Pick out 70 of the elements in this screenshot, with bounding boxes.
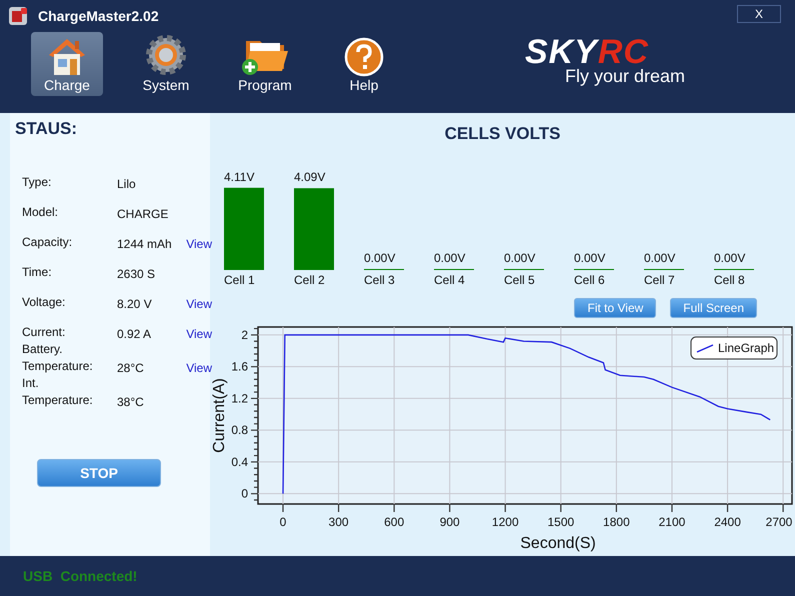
x-axis-title: Second(S): [520, 535, 596, 552]
view-link[interactable]: View: [172, 327, 212, 341]
field-label: Voltage:: [22, 294, 66, 311]
cell-label: Cell 7: [644, 273, 675, 286]
field-value: 1244 mAh: [117, 237, 172, 251]
field-label: Time:: [22, 264, 53, 281]
field-value: 2630 S: [117, 267, 156, 281]
x-tick-label: 0: [280, 515, 286, 529]
field-value: 38°C: [117, 395, 145, 409]
field-label: Type:: [22, 174, 52, 191]
x-tick-label: 900: [440, 515, 460, 529]
help-icon: [344, 37, 384, 77]
view-link[interactable]: View: [172, 237, 212, 251]
cell-voltage: 4.11V: [224, 170, 254, 184]
app-icon: [8, 6, 28, 26]
cell-voltage: 0.00V: [714, 251, 746, 265]
connection-status: USB Connected!: [22, 567, 138, 586]
nav-button[interactable]: Charge: [31, 32, 103, 96]
x-tick-label: 300: [328, 515, 349, 529]
cell-voltage: 0.00V: [644, 251, 676, 265]
y-tick-label: 0.8: [231, 423, 248, 438]
x-tick-label: 1800: [603, 515, 630, 529]
nav-button[interactable]: Help: [328, 32, 400, 96]
cells-title: CELLS VOLTS: [444, 124, 562, 144]
nav-button[interactable]: System: [130, 32, 202, 96]
cell-label: Cell 4: [434, 273, 465, 286]
field-label: Current:: [22, 324, 66, 341]
cell-label: Cell 2: [294, 273, 325, 286]
field-value: Lilo: [117, 177, 137, 191]
x-tick-label: 2100: [658, 515, 686, 529]
y-tick-label: 1.2: [231, 391, 248, 406]
view-link[interactable]: View: [172, 361, 212, 375]
field-value: 28°C: [117, 361, 145, 375]
view-link[interactable]: View: [172, 297, 212, 311]
tagline: Fly your dream: [564, 66, 685, 87]
cell-label: Cell 5: [504, 273, 535, 286]
y-tick-label: 2: [241, 328, 248, 342]
brand-logo: SKYRC: [524, 36, 649, 68]
y-tick-label: 0: [241, 486, 248, 501]
x-tick-label: 2400: [714, 515, 741, 529]
cell-label: Cell 3: [364, 273, 395, 286]
field-value: CHARGE: [117, 207, 170, 221]
cell-label: Cell 6: [574, 273, 605, 286]
field-value: 8.20 V: [117, 297, 153, 311]
legend-line-icon: [696, 344, 714, 353]
field-label: Model:: [22, 204, 60, 221]
field-label: Int. Temperature:: [22, 375, 94, 409]
status-title: STAUS:: [15, 119, 78, 139]
y-axis-title: Current(A): [211, 378, 228, 453]
window-title: ChargeMaster2.02: [38, 8, 160, 24]
y-tick-label: 0.4: [231, 454, 248, 469]
cell-label: Cell 1: [224, 273, 255, 286]
field-value: 0.92 A: [117, 327, 152, 341]
cell-label: Cell 8: [714, 273, 745, 286]
gear-icon: [144, 33, 188, 77]
x-tick-label: 600: [384, 515, 404, 529]
cell-voltage: 0.00V: [364, 251, 396, 265]
y-tick-label: 1.6: [231, 360, 248, 374]
x-tick-label: 2700: [766, 515, 792, 529]
nav-button[interactable]: Program: [229, 32, 301, 96]
close-button[interactable]: X: [737, 5, 781, 23]
x-tick-label: 1200: [492, 515, 519, 529]
x-tick-label: 1500: [548, 515, 574, 529]
field-label: Battery. Temperature:: [22, 341, 94, 375]
cell-voltage: 0.00V: [504, 251, 536, 265]
legend-label: LineGraph: [718, 341, 774, 355]
cell-voltage: 4.09V: [294, 170, 326, 184]
cell-voltage: 0.00V: [574, 251, 606, 265]
field-label: Capacity:: [22, 234, 74, 251]
cell-voltage: 0.00V: [434, 251, 466, 265]
